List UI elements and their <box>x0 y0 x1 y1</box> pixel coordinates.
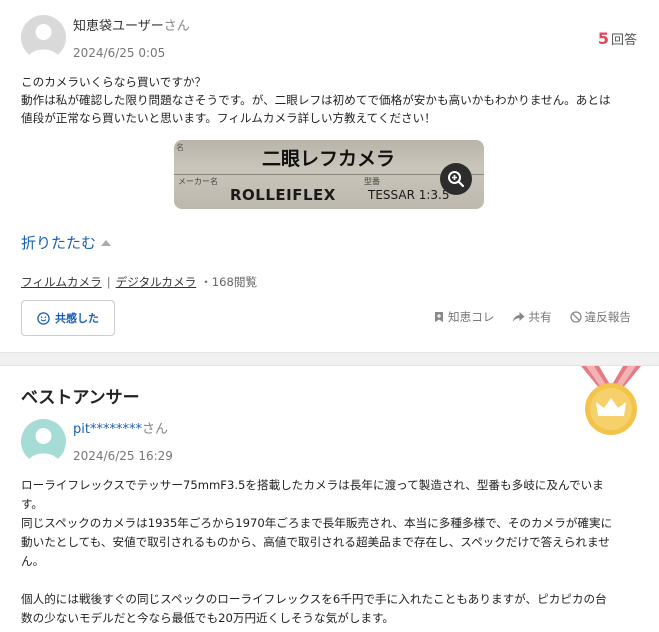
empathy-button[interactable]: 共感した <box>21 300 115 336</box>
best-answer-medal-icon <box>578 366 644 438</box>
answer-count-label: 回答 <box>610 33 637 48</box>
fold-label: 折りたたむ <box>21 234 97 252</box>
best-answer-heading: ベストアンサー <box>21 388 140 408</box>
image-lens: TESSAR 1:3.5 <box>368 188 450 202</box>
section-divider <box>0 352 659 366</box>
image-label-maker: メーカー名 <box>178 177 218 186</box>
tag-separator: | <box>106 275 111 289</box>
tag-list: フィルムカメラ | デジタルカメラ ・168閲覧 <box>21 273 257 291</box>
view-count: ・168閲覧 <box>200 275 258 289</box>
default-user-icon <box>21 15 66 60</box>
user-suffix: さん <box>163 19 190 34</box>
empathy-label: 共感した <box>55 312 99 325</box>
chiekore-label: 知恵コレ <box>448 310 495 324</box>
zoom-in-icon <box>448 171 465 188</box>
user-name[interactable]: pit******** <box>73 422 142 437</box>
question-actions: 知恵コレ 共有 違反報告 <box>415 309 631 325</box>
avatar[interactable] <box>21 15 66 60</box>
question-line: 動作は私が確認した限り問題なさそうです。が、二眼レフは初めてで価格が安かも高いか… <box>21 93 611 107</box>
answer-date: 2024/6/25 16:29 <box>73 449 173 463</box>
report-button[interactable]: 違反報告 <box>569 309 631 325</box>
question-date: 2024/6/25 0:05 <box>73 46 166 60</box>
user-name[interactable]: 知恵袋ユーザー <box>73 19 164 34</box>
image-brand: ROLLEIFLEX <box>230 186 336 204</box>
image-divider <box>174 174 484 175</box>
answer-count-number: 5 <box>597 29 609 48</box>
report-label: 違反報告 <box>584 310 631 324</box>
chiekore-button[interactable]: 知恵コレ <box>433 309 494 325</box>
user-suffix: さん <box>141 422 168 437</box>
question-body: このカメラいくらなら買いですか？ 動作は私が確認した限り問題なさそうです。が、二… <box>21 73 641 127</box>
image-label-name: 名 <box>176 143 184 152</box>
question-line: 値段が正常なら買いたいと思います。フィルムカメラ詳しい方教えてください！ <box>21 111 436 125</box>
question-line: このカメラいくらなら買いですか？ <box>21 75 207 89</box>
avatar[interactable] <box>21 419 66 464</box>
answer-line: ローライフレックスでテッサー75mmF3.5を搭載したカメラは長年に渡って製造さ… <box>21 478 604 492</box>
question-image[interactable]: 名 二眼レフカメラ メーカー名 型番 ROLLEIFLEX TESSAR 1:3… <box>174 140 484 209</box>
question-user[interactable]: 知恵袋ユーザーさん <box>73 18 190 36</box>
zoom-button[interactable] <box>440 163 472 195</box>
answer-line: 数の少ないモデルだと今なら最低でも20万円近くしそうな気がします。 <box>21 611 395 625</box>
prohibited-icon <box>569 311 582 323</box>
fold-toggle[interactable]: 折りたたむ <box>21 233 112 253</box>
answer-line: 同じスペックのカメラは1935年ごろから1970年ごろまで長年販売され、本当に多… <box>21 516 613 530</box>
answer-line: 個人的には戦後すぐの同じスペックのローライフレックスを6千円で手に入れたこともあ… <box>21 592 607 606</box>
answer-user[interactable]: pit********さん <box>73 421 168 439</box>
tag-link[interactable]: デジタルカメラ <box>116 273 197 291</box>
caret-up-icon <box>101 240 112 246</box>
bookmark-plus-icon <box>435 312 444 322</box>
question-section: 知恵袋ユーザーさん 2024/6/25 0:05 5 回答 このカメラいくらなら買… <box>0 0 659 352</box>
share-arrow-icon <box>513 312 525 322</box>
answer-body: ローライフレックスでテッサー75mmF3.5を搭載したカメラは長年に渡って製造さ… <box>21 476 646 628</box>
answer-line: す。 <box>21 497 44 511</box>
share-label: 共有 <box>528 310 552 324</box>
answer-line: 動いたとしても、安値で取引されるものから、高値で取引される超美品まで存在し、スペ… <box>21 535 610 549</box>
answer-count[interactable]: 5 回答 <box>598 29 637 48</box>
share-button[interactable]: 共有 <box>512 309 552 325</box>
image-label-model: 型番 <box>364 177 380 186</box>
default-user-icon <box>21 419 66 464</box>
image-title-text: 二眼レフカメラ <box>262 148 396 170</box>
smile-icon <box>37 311 50 325</box>
answer-line: ん。 <box>21 554 45 568</box>
tag-link[interactable]: フィルムカメラ <box>21 273 102 291</box>
